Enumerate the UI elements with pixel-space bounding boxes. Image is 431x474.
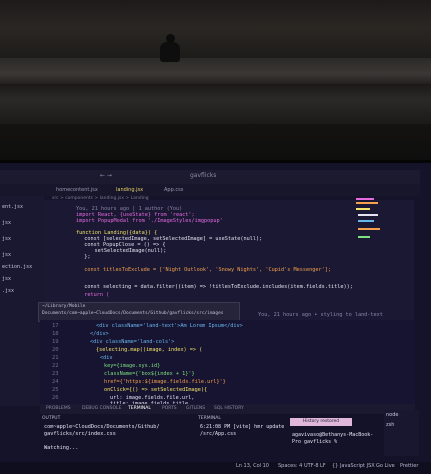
output-title: OUTPUT (42, 416, 61, 421)
path-tooltip-line: ~/Library/Mobile (42, 304, 86, 309)
code-line-8: }; (78, 254, 91, 260)
sidebar-item[interactable]: jsx (2, 252, 11, 258)
walkway (0, 84, 431, 124)
line-number: 22 (52, 363, 59, 369)
terminal-line: 6:21:08 PM [vite] hmr update (200, 424, 285, 430)
sidebar-item[interactable]: jsx (2, 236, 11, 242)
line-number: 23 (52, 371, 59, 377)
code-line-25: onClick={() => setSelectedImage({ (104, 387, 208, 393)
line-number: 18 (52, 331, 59, 337)
line-number: 19 (52, 339, 59, 345)
bottom-panel (40, 414, 415, 462)
code-line-2: import PopupModal from './ImageStyles/im… (76, 218, 223, 224)
line-number: 20 (52, 347, 59, 353)
river-bank (0, 58, 431, 84)
line-number: 26 (52, 395, 59, 401)
code-line-17: <div className='land-text'>Am Lorem Ipsu… (96, 323, 243, 329)
tab-problems[interactable]: PROBLEMS (46, 406, 71, 411)
status-cursor-position[interactable]: Ln 13, Col 10 (236, 463, 269, 469)
person-body (160, 42, 180, 62)
tab-terminal[interactable]: TERMINAL (128, 406, 151, 411)
terminal-list-item-zsh[interactable]: zsh (386, 422, 394, 428)
code-line-7: setSelectedImage(null); (82, 248, 167, 254)
line-number: 24 (52, 379, 59, 385)
status-language[interactable]: {} JavaScript JSX (332, 463, 375, 469)
code-line-19: <div className='land-cols'> (90, 339, 175, 345)
status-spaces[interactable]: Spaces: 4 (278, 463, 302, 469)
nav-arrows-icon[interactable]: ← → (100, 172, 112, 179)
terminal-title: TERMINAL (198, 416, 221, 421)
status-encoding[interactable]: UTF-8 (304, 463, 319, 469)
file-explorer-sidebar (0, 196, 44, 406)
terminal-line: Pro gavflicks % (292, 439, 338, 445)
code-line-12: const selecting = data.filter((item) => … (78, 284, 353, 290)
line-number: 17 (52, 323, 59, 329)
sidebar-item[interactable]: .jsx (2, 288, 14, 294)
output-line: gavflicks/src/index.css (44, 431, 116, 437)
line-number: 25 (52, 387, 59, 393)
code-line-20: {selecting.map((image, index) => ( (96, 347, 203, 353)
code-line-10: const titlesToExclude = ['Night Outlook'… (78, 267, 331, 273)
code-line-21: <div (100, 355, 113, 361)
code-line-23: className={'box${index + 1}'} (104, 371, 195, 377)
path-tooltip-line: Documents/com~apple~CloudDocs/Documents/… (42, 311, 224, 316)
status-prettier[interactable]: Prettier (400, 463, 418, 469)
tab-sql-history[interactable]: SQL HISTORY (214, 406, 244, 411)
sidebar-item[interactable]: ent.jsx (2, 204, 23, 210)
tab-landing[interactable]: landing.jsx (116, 187, 143, 193)
sidebar-item[interactable]: jsx (2, 276, 11, 282)
tab-homecontent[interactable]: homecontent.jsx (56, 187, 98, 193)
code-line-13: return ( (78, 292, 110, 298)
code-line-22: key={image.sys.id} (104, 363, 161, 369)
tab-app-css[interactable]: App.css (164, 187, 183, 193)
photo-scene: ← → gavflicks homecontent.jsx landing.js… (0, 0, 431, 474)
terminal-list-item-node[interactable]: node (386, 412, 398, 418)
tab-gitlens[interactable]: GITLENS (186, 406, 205, 411)
minimap[interactable] (352, 198, 382, 318)
terminal-line: agavivaso@Bethanys-MacBook- (292, 432, 374, 438)
status-eol[interactable]: LF (320, 463, 326, 469)
code-line-18: </div> (90, 331, 109, 337)
tab-debug-console[interactable]: DEBUG CONSOLE (82, 406, 121, 411)
river-water (0, 0, 431, 64)
sidebar-item[interactable]: ection.jsx (2, 264, 32, 270)
sitting-person-silhouette (158, 34, 182, 64)
sidebar-item[interactable]: jsx (2, 220, 11, 226)
window-title: gavflicks (190, 172, 217, 179)
line-number: 21 (52, 355, 59, 361)
output-line: com~apple~CloudDocs/Documents/Github/ (44, 424, 160, 430)
terminal-line: /src/App.css (200, 431, 237, 437)
tab-ports[interactable]: PORTS (162, 406, 177, 411)
status-go-live[interactable]: Go Live (376, 463, 395, 469)
history-restored-badge: History restored (290, 418, 352, 426)
code-line-24: href={'https:${image.fields.file.url}'} (104, 379, 226, 385)
output-line: Watching... (44, 445, 79, 451)
inline-blame: You, 21 hours ago • styling to land-text (258, 312, 383, 318)
